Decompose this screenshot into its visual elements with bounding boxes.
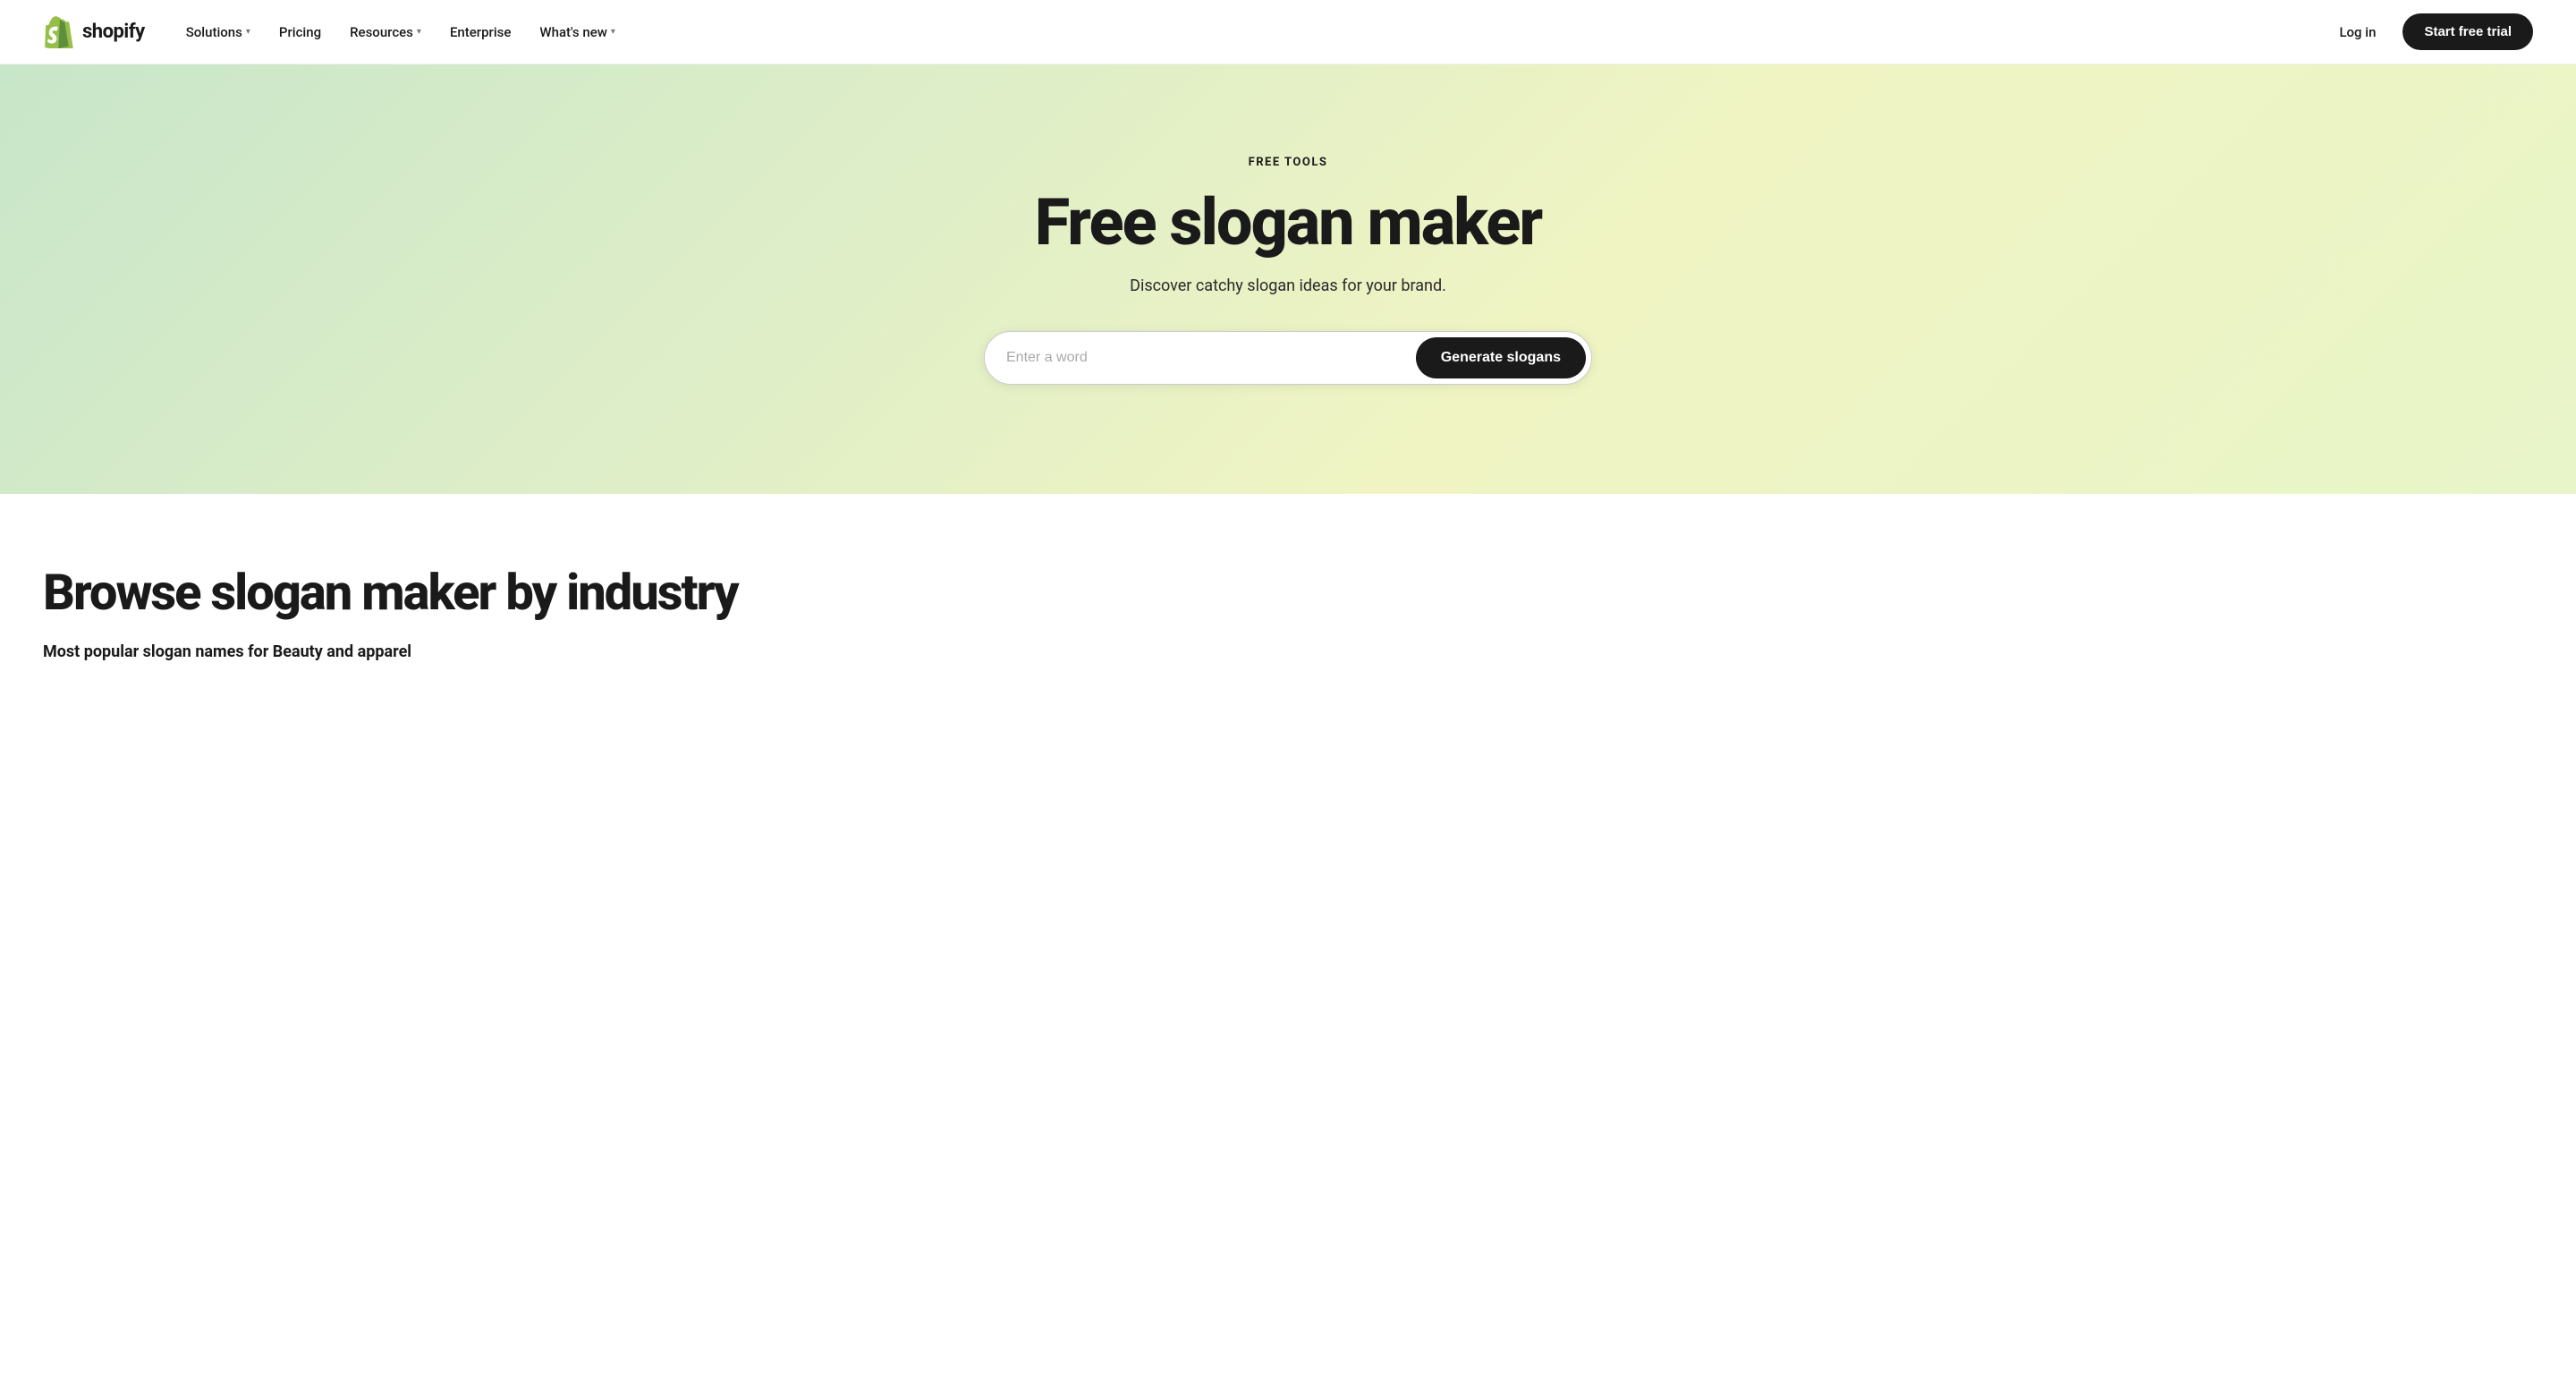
nav-actions: Log in Start free trial [2326, 13, 2533, 50]
shopify-logo[interactable]: shopify [43, 16, 145, 48]
hero-search-form: Generate slogans [984, 331, 1592, 385]
nav-resources[interactable]: Resources ▾ [337, 17, 434, 47]
hero-title: Free slogan maker [1035, 187, 1541, 258]
resources-chevron-icon: ▾ [417, 27, 421, 37]
hero-subtitle: Discover catchy slogan ideas for your br… [1130, 276, 1446, 295]
browse-title: Browse slogan maker by industry [43, 565, 2533, 621]
login-button[interactable]: Log in [2326, 17, 2388, 47]
hero-eyebrow: FREE TOOLS [1249, 156, 1328, 169]
hero-section: FREE TOOLS Free slogan maker Discover ca… [0, 64, 2576, 494]
solutions-chevron-icon: ▾ [246, 27, 250, 37]
nav-enterprise[interactable]: Enterprise [437, 17, 523, 47]
logo-text: shopify [82, 21, 145, 43]
shopify-logo-icon [43, 16, 75, 48]
navbar: shopify Solutions ▾ Pricing Resources ▾ … [0, 0, 2576, 64]
whats-new-chevron-icon: ▾ [611, 27, 615, 37]
slogan-search-input[interactable] [1006, 350, 1416, 366]
generate-slogans-button[interactable]: Generate slogans [1416, 337, 1586, 378]
browse-subtitle: Most popular slogan names for Beauty and… [43, 642, 2533, 661]
browse-section: Browse slogan maker by industry Most pop… [0, 494, 2576, 697]
start-trial-button[interactable]: Start free trial [2402, 13, 2533, 50]
nav-whats-new[interactable]: What's new ▾ [527, 17, 628, 47]
nav-pricing[interactable]: Pricing [267, 17, 334, 47]
nav-links: Solutions ▾ Pricing Resources ▾ Enterpri… [174, 17, 2327, 47]
nav-solutions[interactable]: Solutions ▾ [174, 17, 263, 47]
